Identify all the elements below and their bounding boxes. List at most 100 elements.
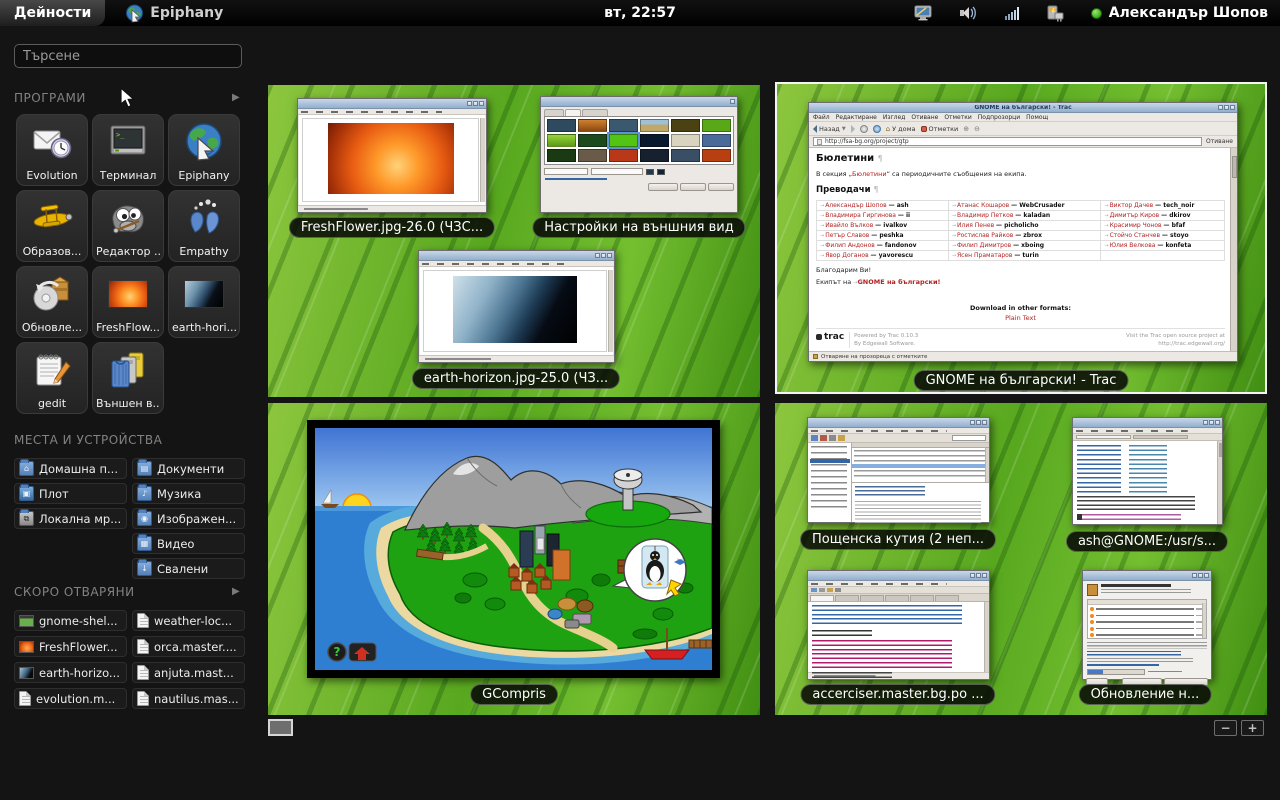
recent-evolution-po[interactable]: evolution.m... [14, 688, 127, 709]
search-input[interactable] [14, 44, 242, 68]
workspace-1[interactable]: FreshFlower.jpg-26.0 (ЧЗС... Настройки н… [268, 85, 760, 397]
update-links[interactable] [1087, 651, 1181, 656]
reload-button[interactable] [873, 125, 881, 133]
window-evolution-mail[interactable] [807, 417, 990, 523]
network-signal-icon[interactable] [1005, 7, 1019, 20]
scrollbar[interactable] [480, 118, 485, 202]
place-network[interactable]: ⧉ Локална мр... [14, 508, 127, 529]
menu-view[interactable]: Изглед [883, 114, 906, 121]
place-desktop[interactable]: ▣ Плот [14, 483, 127, 504]
zoom-out-icon[interactable]: ⊖ [974, 125, 980, 133]
recent-weather-locations[interactable]: weather-loc... [132, 610, 245, 631]
window-gcompris[interactable]: ? [307, 420, 720, 678]
app-tile-freshflower[interactable]: FreshFlow... [92, 266, 164, 338]
page-scrollbar[interactable] [1230, 148, 1237, 351]
power-battery-icon[interactable] [1045, 5, 1065, 22]
translator-cell[interactable]: Ивайло Вълков — ivalkov [817, 221, 949, 231]
app-tile-gimp[interactable]: Редактор ... [92, 190, 164, 262]
user-menu[interactable]: Александър Шопов [1091, 5, 1268, 21]
place-documents[interactable]: ▤ Документи [132, 458, 245, 479]
stop-button[interactable] [860, 125, 868, 133]
translator-cell[interactable]: Юлия Велкова — konfeta [1101, 241, 1225, 251]
translator-cell[interactable]: Филип Андонов — fandonov [817, 241, 949, 251]
translator-cell[interactable]: Владимир Петков — kaladan [948, 211, 1101, 221]
menu-tabs[interactable]: Подпрозорци [978, 114, 1020, 121]
translator-cell[interactable]: Ростислав Райков — zbrox [948, 231, 1101, 241]
activities-button[interactable]: Дейности [0, 0, 105, 26]
recent-expand-icon[interactable]: ▶ [232, 586, 240, 597]
selected-wallpaper[interactable] [609, 134, 638, 147]
recent-nautilus-po[interactable]: nautilus.mas... [132, 688, 245, 709]
terminal-screen[interactable] [1073, 441, 1222, 524]
home-button[interactable]: ⌂ У дома [886, 125, 916, 133]
recent-orca-po[interactable]: orca.master.... [132, 636, 245, 657]
place-downloads[interactable]: ↓ Свалени [132, 558, 245, 579]
window-gimp-freshflower[interactable] [297, 98, 487, 213]
url-input[interactable]: http://fsa-bg.org/project/gtp [813, 137, 1202, 146]
app-tile-earth-horizon[interactable]: earth-hori... [168, 266, 240, 338]
menu-go[interactable]: Отиване [911, 114, 938, 121]
window-editor-po[interactable] [807, 570, 990, 680]
translator-cell[interactable]: Александър Шопов — ash [817, 201, 949, 211]
window-updates[interactable] [1082, 570, 1212, 680]
display-settings-icon[interactable] [914, 5, 933, 21]
plain-text-link[interactable]: Plain Text [816, 314, 1225, 322]
color-swatch-2[interactable] [657, 169, 665, 175]
app-tile-gedit[interactable]: gedit [16, 342, 88, 414]
translator-cell[interactable]: Филип Димитров — xboing [948, 241, 1101, 251]
focused-app-menu[interactable]: Epiphany [125, 4, 223, 23]
tab-strip[interactable] [541, 107, 737, 116]
folder-pane[interactable] [808, 443, 852, 522]
restore-button[interactable] [648, 183, 678, 191]
workspace-indicator[interactable] [268, 719, 293, 736]
translator-cell[interactable]: Илия Пенев — picholicho [948, 221, 1101, 231]
translator-cell[interactable]: Стойчо Станчев — stoyo [1101, 231, 1225, 241]
app-tile-gcompris[interactable]: Образов... [16, 190, 88, 262]
zoom-in-icon[interactable]: ⊕ [963, 125, 969, 133]
translator-cell[interactable]: Явор Доганов — yavorescu [817, 251, 949, 261]
app-tile-updates[interactable]: Обновле... [16, 266, 88, 338]
menu-bookmarks[interactable]: Отметки [944, 114, 971, 121]
app-tile-evolution[interactable]: Evolution [16, 114, 88, 186]
remove-button[interactable] [680, 183, 706, 191]
add-button[interactable] [708, 183, 734, 191]
translator-cell[interactable]: Виктор Дачев — tech_noir [1101, 201, 1225, 211]
app-tile-terminal[interactable]: >_ Терминал [92, 114, 164, 186]
translator-cell[interactable]: Димитър Киров — dkirov [1101, 211, 1225, 221]
place-pictures[interactable]: ◉ Изображен... [132, 508, 245, 529]
translator-cell[interactable]: Ясен Праматаров — turin [948, 251, 1101, 261]
text-area[interactable] [808, 602, 989, 672]
programs-expand-icon[interactable]: ▶ [232, 92, 240, 103]
remove-workspace-button[interactable]: − [1214, 720, 1237, 736]
app-tile-appearance[interactable]: Външен в... [92, 342, 164, 414]
tab-strip[interactable] [808, 594, 989, 602]
add-workspace-button[interactable]: + [1241, 720, 1264, 736]
scrollbar[interactable] [608, 270, 613, 352]
wallpaper-grid[interactable] [544, 116, 734, 165]
window-appearance[interactable] [540, 96, 738, 213]
menu-edit[interactable]: Редактиране [836, 114, 877, 121]
bookmarks-button[interactable]: Отметки [921, 125, 959, 133]
translator-cell[interactable]: Петър Славов — peshka [817, 231, 949, 241]
volume-icon[interactable] [959, 5, 979, 21]
preview-pane[interactable] [852, 483, 989, 522]
window-terminal[interactable] [1072, 417, 1223, 525]
place-home[interactable]: ⌂ Домашна п... [14, 458, 127, 479]
translator-cell[interactable]: Красимир Чонов — bfaf [1101, 221, 1225, 231]
colors-dropdown[interactable] [591, 168, 643, 175]
team-link[interactable]: GNOME на български! [857, 278, 940, 286]
place-music[interactable]: ♪ Музика [132, 483, 245, 504]
trac-logo[interactable]: trac [816, 332, 844, 342]
menu-help[interactable]: Помощ [1026, 114, 1048, 121]
window-epiphany-trac[interactable]: GNOME на български! - Trac Файл Редактир… [808, 102, 1238, 362]
color-swatch-1[interactable] [646, 169, 654, 175]
bulletins-link[interactable]: Бюлетини [852, 170, 887, 178]
workspace-3[interactable]: ? GCompris [268, 403, 760, 715]
place-videos[interactable]: ▦ Видео [132, 533, 245, 554]
recent-earth-horizon[interactable]: earth-horizo... [14, 662, 127, 683]
translator-cell[interactable]: Владимира Гиргинова — ii [817, 211, 949, 221]
forward-button[interactable] [851, 125, 855, 133]
style-dropdown[interactable] [544, 168, 588, 175]
clock[interactable]: вт, 22:57 [604, 5, 676, 21]
update-list[interactable] [1087, 599, 1207, 639]
